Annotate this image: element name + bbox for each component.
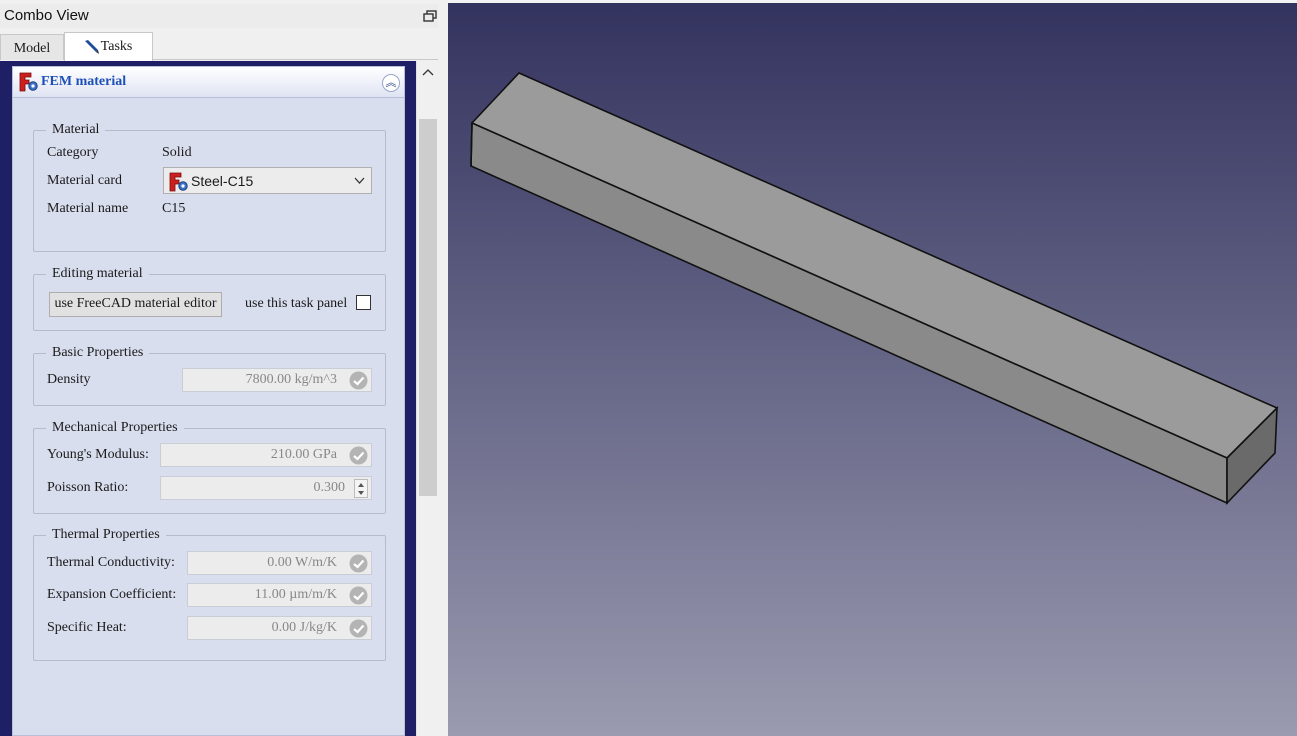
collapse-button[interactable]: ︽ xyxy=(382,74,400,92)
combo-tab-bar: Model Tasks xyxy=(0,31,442,61)
use-task-panel-checkbox[interactable] xyxy=(356,295,371,310)
combo-view-header: Combo View xyxy=(0,4,442,28)
task-pane: FEM material ︽ Material Category Solid M… xyxy=(0,61,416,736)
use-task-panel-label: use this task panel xyxy=(245,296,348,311)
material-name-value: C15 xyxy=(162,201,186,216)
editing-material-group: Editing material use FreeCAD material ed… xyxy=(33,266,386,331)
check-icon xyxy=(349,619,368,638)
beam-front-face[interactable] xyxy=(470,121,1228,505)
youngs-modulus-label: Young's Modulus: xyxy=(47,447,149,462)
chevron-down-icon xyxy=(354,177,365,184)
expansion-coefficient-label: Expansion Coefficient: xyxy=(47,587,177,602)
editing-group-title: Editing material xyxy=(46,266,149,282)
material-group-title: Material xyxy=(46,122,106,138)
panel-splitter[interactable] xyxy=(438,0,448,736)
density-label: Density xyxy=(47,372,91,387)
combo-view-panel: Combo View Model Tasks FEM material ︽ Ma… xyxy=(0,0,446,736)
fem-material-task-box: FEM material ︽ Material Category Solid M… xyxy=(12,66,405,736)
basic-properties-group: Basic Properties Density 7800.00 kg/m^3 xyxy=(33,345,386,406)
tab-tasks-label: Tasks xyxy=(100,39,133,54)
3d-viewport[interactable] xyxy=(448,3,1297,736)
specific-heat-value: 0.00 J/kg/K xyxy=(271,620,337,635)
combo-view-title: Combo View xyxy=(4,7,89,24)
mechanical-properties-group: Mechanical Properties Young's Modulus: 2… xyxy=(33,420,386,514)
thermal-properties-group: Thermal Properties Thermal Conductivity:… xyxy=(33,527,386,661)
material-name-label: Material name xyxy=(47,201,129,216)
density-field[interactable]: 7800.00 kg/m^3 xyxy=(182,368,372,392)
undock-icon[interactable] xyxy=(423,10,437,22)
fem-material-icon xyxy=(169,172,188,192)
material-card-label: Material card xyxy=(47,173,123,188)
spin-down-icon[interactable] xyxy=(358,491,364,495)
density-value: 7800.00 kg/m^3 xyxy=(245,372,337,387)
specific-heat-field[interactable]: 0.00 J/kg/K xyxy=(187,616,372,640)
check-icon xyxy=(349,371,368,390)
scrollbar-thumb[interactable] xyxy=(419,119,437,496)
poisson-ratio-label: Poisson Ratio: xyxy=(47,480,129,495)
double-chevron-up-icon: ︽ xyxy=(385,77,397,89)
thermal-conductivity-label: Thermal Conductivity: xyxy=(47,555,175,570)
beam-solid[interactable] xyxy=(448,3,1297,736)
youngs-modulus-field[interactable]: 210.00 GPa xyxy=(160,443,372,467)
task-box-header: FEM material ︽ xyxy=(13,67,404,98)
freecad-material-editor-button[interactable]: use FreeCAD material editor xyxy=(49,292,222,317)
category-value: Solid xyxy=(162,145,192,160)
scroll-up-icon[interactable] xyxy=(422,67,434,77)
poisson-ratio-field[interactable]: 0.300 xyxy=(160,476,372,500)
tab-tasks[interactable]: Tasks xyxy=(64,32,153,61)
task-pane-scrollbar[interactable] xyxy=(416,61,438,736)
beam-top-face[interactable] xyxy=(470,72,1279,459)
check-icon xyxy=(349,446,368,465)
material-card-select[interactable]: Steel-C15 xyxy=(163,167,372,194)
category-label: Category xyxy=(47,145,99,160)
check-icon xyxy=(349,586,368,605)
spin-up-icon[interactable] xyxy=(358,483,364,487)
thermal-conductivity-field[interactable]: 0.00 W/m/K xyxy=(187,551,372,575)
specific-heat-label: Specific Heat: xyxy=(47,620,127,635)
thermal-conductivity-value: 0.00 W/m/K xyxy=(267,555,337,570)
poisson-ratio-value: 0.300 xyxy=(313,480,346,495)
pencil-icon xyxy=(85,40,99,54)
youngs-modulus-value: 210.00 GPa xyxy=(270,447,337,462)
check-icon xyxy=(349,554,368,573)
tab-model[interactable]: Model xyxy=(0,34,64,60)
fem-workbench-icon xyxy=(19,72,38,92)
mechanical-properties-title: Mechanical Properties xyxy=(46,420,184,436)
beam-edge xyxy=(470,122,473,167)
tab-model-label: Model xyxy=(13,41,51,56)
expansion-coefficient-value: 11.00 µm/m/K xyxy=(254,587,337,602)
thermal-properties-title: Thermal Properties xyxy=(46,527,166,543)
material-group: Material Category Solid Material card St… xyxy=(33,122,386,252)
material-card-value: Steel-C15 xyxy=(191,173,254,189)
basic-properties-title: Basic Properties xyxy=(46,345,150,361)
task-box-title: FEM material xyxy=(41,74,127,89)
poisson-spin-buttons[interactable] xyxy=(354,479,368,498)
expansion-coefficient-field[interactable]: 11.00 µm/m/K xyxy=(187,583,372,607)
